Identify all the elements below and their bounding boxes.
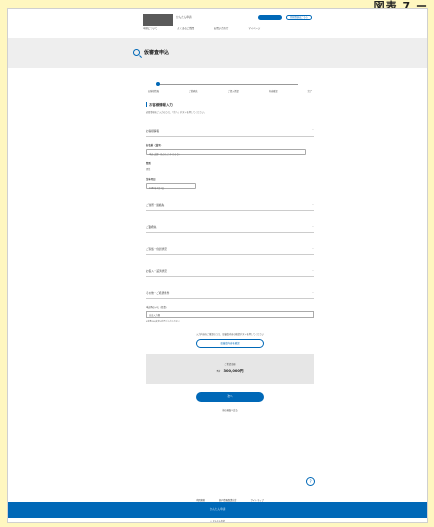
birthdate-label: 生年月日 (146, 178, 156, 181)
chevron-down-icon: ⌄ (311, 291, 314, 294)
section-heading: お客様情報入力 (146, 102, 314, 107)
nav-item[interactable]: お問い合わせ (214, 26, 228, 30)
accordion-customer-info[interactable]: お客様情報 ⌃ (146, 126, 314, 137)
stepper-track (158, 84, 298, 85)
browser-page: かんたん申請 新規登録はこちら 申請について よくあるご質問 お問い合わせ マイ… (7, 8, 428, 523)
accordion-title: ご勤務先 (146, 226, 157, 229)
accordion-employer[interactable]: ご勤務先 ⌄ (146, 222, 314, 233)
confirm-instruction: 入力内容をご確認のうえ、仮審査内容の確認ボタンを押してください (196, 333, 264, 336)
accordion-title: お客様情報 (146, 130, 159, 133)
nav-item[interactable]: 申請について (143, 26, 157, 30)
footer-bar: かんたん申請 (8, 502, 427, 518)
accordion-address[interactable]: ご住所・連絡先 ⌄ (146, 200, 314, 211)
chevron-down-icon: ⌄ (311, 269, 314, 272)
chevron-down-icon: ⌄ (311, 225, 314, 228)
gender-value: 男性 (146, 168, 151, 171)
help-icon[interactable]: ? (306, 477, 315, 486)
accordion-title: ご住所・連絡先 (146, 204, 165, 207)
step-label: ご勤務先 (189, 90, 198, 93)
stepper-dot-current (156, 82, 160, 86)
summary-amount: 300,000円 (223, 369, 244, 373)
step-label: 完了 (307, 90, 312, 93)
summary-label: ご希望金額 (224, 363, 236, 366)
register-button[interactable]: 新規登録はこちら (286, 15, 312, 20)
search-icon (133, 49, 140, 56)
accordion-other[interactable]: その他・ご希望条件 ⌄ (146, 288, 314, 299)
site-logo[interactable] (143, 14, 173, 26)
memo-hint: ※全角100文字以内でご入力ください (146, 321, 180, 323)
accordion-family[interactable]: ご家族・住居状況 ⌄ (146, 244, 314, 255)
name-field[interactable]: 申込 太郎（もうしこみ たろう） (146, 149, 306, 156)
accordion-title: その他・ご希望条件 (146, 292, 170, 295)
chevron-down-icon: ⌄ (311, 203, 314, 206)
memo-label: 申込時のメモ（任意） (146, 306, 168, 309)
summary-prefix: 合計 (216, 371, 221, 373)
logo-text: かんたん申請 (176, 16, 192, 19)
summary-box: ご希望金額 合計 300,000円 (146, 354, 314, 384)
accordion-title: お借入・返済状況 (146, 270, 167, 273)
stepper-labels: お客様情報 ご勤務先 ご借入希望 内容確認 完了 (148, 89, 312, 93)
step-label: 内容確認 (268, 90, 278, 93)
step-label: お客様情報 (148, 90, 159, 93)
name-label: お名前（漢字） (146, 144, 163, 147)
footer-bar-text: かんたん申請 (209, 508, 226, 511)
gender-label: 性別 (146, 162, 151, 165)
copyright-text: © かんたん申請 (210, 521, 225, 523)
site-header: かんたん申請 新規登録はこちら 申請について よくあるご質問 お問い合わせ マイ… (8, 9, 427, 33)
login-button[interactable] (258, 15, 282, 20)
chevron-down-icon: ⌄ (311, 247, 314, 250)
next-button[interactable]: 次へ (196, 392, 264, 402)
accordion-title: ご家族・住居状況 (146, 248, 167, 251)
summary-value: 合計 300,000円 (146, 369, 314, 374)
chevron-up-icon: ⌃ (311, 129, 314, 132)
title-band (8, 38, 427, 68)
page-title: 仮審査申込 (144, 50, 170, 56)
nav-item[interactable]: マイページ (248, 26, 260, 30)
accordion-loans[interactable]: お借入・返済状況 ⌄ (146, 266, 314, 277)
section-description: 必要事項をご入力のうえ、「次へ」ボタンを押してください。 (146, 111, 207, 114)
birthdate-select[interactable]: 1980年1月1日 (146, 183, 196, 190)
memo-field[interactable]: 自由入力欄 (146, 311, 314, 318)
back-link[interactable]: 前の画面へ戻る (146, 408, 314, 412)
form-main: お客様情報入力 必要事項をご入力のうえ、「次へ」ボタンを押してください。 お客様… (146, 102, 314, 412)
step-label: ご借入希望 (227, 90, 239, 93)
confirm-button[interactable]: 仮審査内容を確認 (196, 339, 264, 348)
global-nav: 申請について よくあるご質問 お問い合わせ マイページ (143, 26, 260, 30)
collapsed-sections: ご住所・連絡先 ⌄ ご勤務先 ⌄ ご家族・住居状況 ⌄ お借入・返済状況 ⌄ そ… (146, 200, 314, 299)
nav-item[interactable]: よくあるご質問 (177, 26, 194, 30)
